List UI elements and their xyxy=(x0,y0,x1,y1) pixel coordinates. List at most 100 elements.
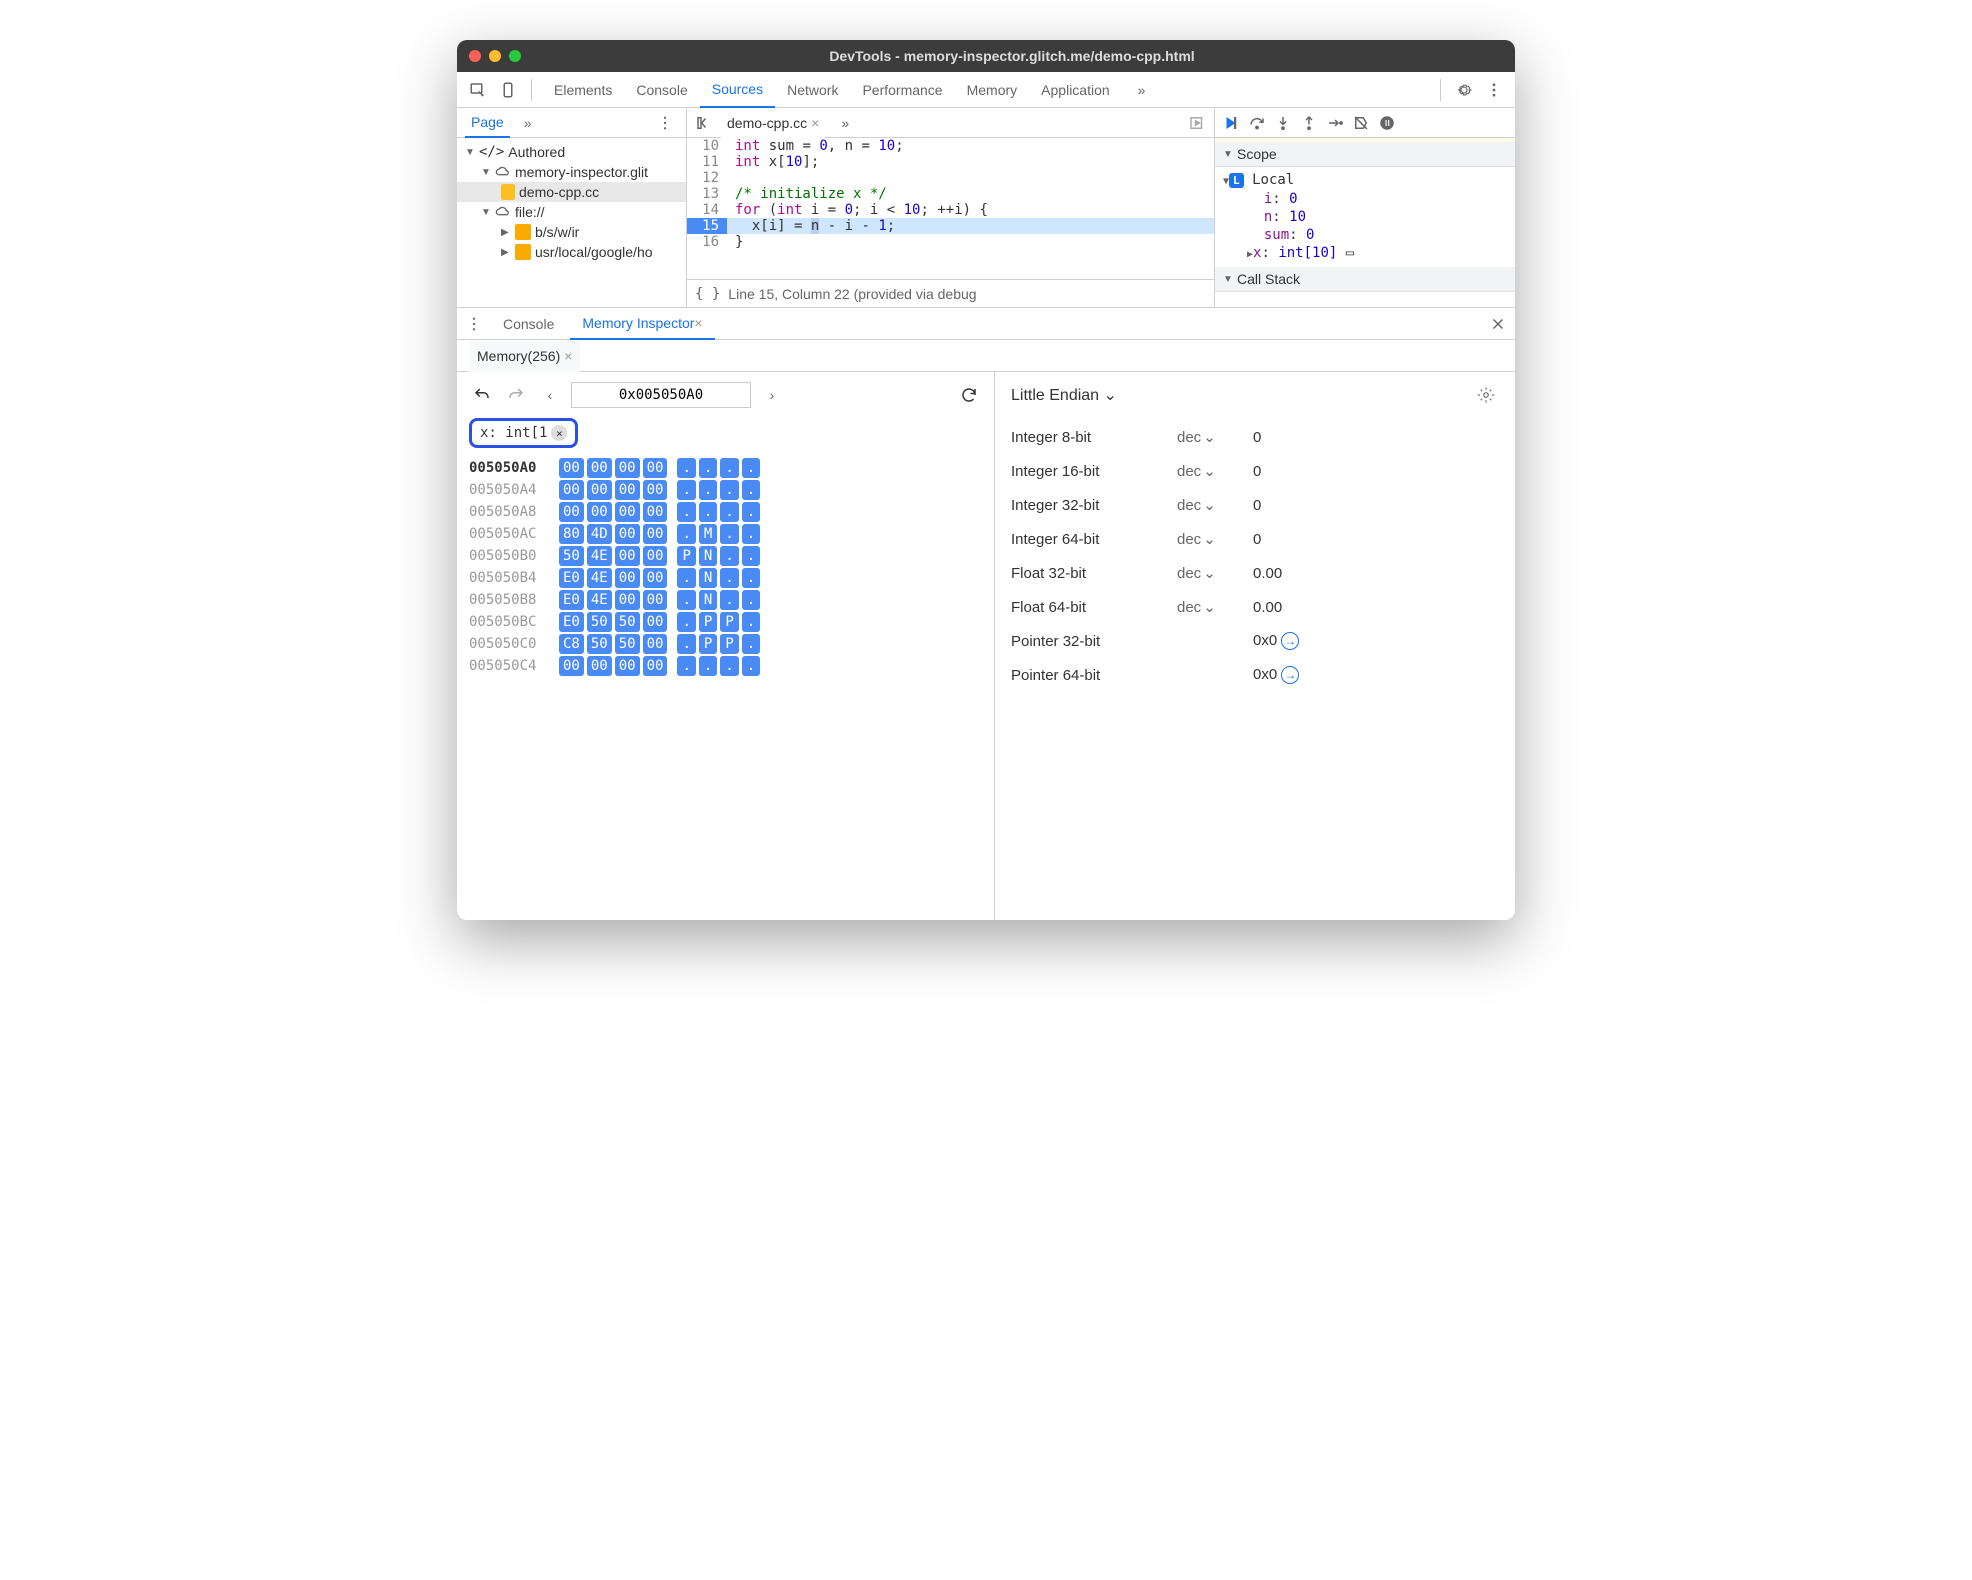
format-select[interactable]: dec ⌄ xyxy=(1177,530,1237,548)
kebab-icon[interactable] xyxy=(1481,77,1507,103)
hex-byte[interactable]: 00 xyxy=(643,524,668,544)
scope-var[interactable]: i: 0 xyxy=(1247,190,1507,208)
hex-byte[interactable]: 00 xyxy=(587,458,612,478)
tab-overflow[interactable]: » xyxy=(518,108,538,138)
hex-byte[interactable]: 00 xyxy=(615,458,640,478)
scope-local[interactable]: ▼L Local xyxy=(1223,171,1507,189)
ascii-byte[interactable]: . xyxy=(742,656,760,676)
hex-byte[interactable]: 00 xyxy=(587,502,612,522)
code-line[interactable]: 15 x[i] = n - i - 1; xyxy=(687,218,1214,234)
deactivate-breakpoints-icon[interactable] xyxy=(1349,110,1373,136)
memory-tab[interactable]: Memory(256) × xyxy=(469,340,580,372)
tab-application[interactable]: Application xyxy=(1029,72,1122,108)
run-snippet-icon[interactable] xyxy=(1184,110,1210,136)
address-input[interactable] xyxy=(571,382,751,408)
ascii-byte[interactable]: . xyxy=(677,656,695,676)
ascii-byte[interactable]: . xyxy=(742,502,760,522)
hex-byte[interactable]: 00 xyxy=(643,612,668,632)
code-body[interactable]: 10int sum = 0, n = 10;11int x[10];1213/*… xyxy=(687,138,1214,279)
tab-overflow[interactable]: » xyxy=(829,105,861,141)
tab-console[interactable]: Console xyxy=(491,308,566,340)
resume-icon[interactable] xyxy=(1219,110,1243,136)
ascii-byte[interactable]: . xyxy=(742,458,760,478)
ascii-byte[interactable]: . xyxy=(677,458,695,478)
next-page-icon[interactable]: › xyxy=(759,382,785,408)
format-select[interactable]: dec ⌄ xyxy=(1177,496,1237,514)
hex-byte[interactable]: 00 xyxy=(643,546,668,566)
hex-byte[interactable]: 00 xyxy=(559,656,584,676)
ascii-byte[interactable]: . xyxy=(720,546,738,566)
close-drawer-icon[interactable] xyxy=(1485,311,1511,337)
code-line[interactable]: 13/* initialize x */ xyxy=(687,186,1214,202)
ascii-byte[interactable]: . xyxy=(720,458,738,478)
hex-byte[interactable]: 50 xyxy=(559,546,584,566)
hex-byte[interactable]: C8 xyxy=(559,634,584,654)
ascii-byte[interactable]: . xyxy=(742,480,760,500)
tab-page[interactable]: Page xyxy=(465,108,510,138)
hex-byte[interactable]: 00 xyxy=(615,524,640,544)
hex-byte[interactable]: 4D xyxy=(587,524,612,544)
ascii-byte[interactable]: N xyxy=(699,568,717,588)
hex-byte[interactable]: 4E xyxy=(587,568,612,588)
nav-back-icon[interactable] xyxy=(691,110,717,136)
ascii-byte[interactable]: . xyxy=(699,458,717,478)
tree-origin[interactable]: ▼ memory-inspector.glit xyxy=(457,162,686,182)
gear-icon[interactable] xyxy=(1473,382,1499,408)
hex-byte[interactable]: 00 xyxy=(587,656,612,676)
format-select[interactable]: dec ⌄ xyxy=(1177,428,1237,446)
chip-close-icon[interactable]: × xyxy=(551,425,567,441)
step-out-icon[interactable] xyxy=(1297,110,1321,136)
ascii-byte[interactable]: . xyxy=(720,568,738,588)
jump-to-address-icon[interactable]: → xyxy=(1281,666,1299,684)
scope-header[interactable]: ▼Scope xyxy=(1215,142,1515,167)
ascii-byte[interactable]: . xyxy=(742,590,760,610)
ascii-byte[interactable]: . xyxy=(677,612,695,632)
hex-byte[interactable]: 00 xyxy=(643,480,668,500)
tab-performance[interactable]: Performance xyxy=(850,72,954,108)
scope-var[interactable]: n: 10 xyxy=(1247,208,1507,226)
hex-byte[interactable]: 00 xyxy=(559,458,584,478)
maximize-icon[interactable] xyxy=(509,50,521,62)
ascii-byte[interactable]: . xyxy=(742,524,760,544)
minimize-icon[interactable] xyxy=(489,50,501,62)
ascii-byte[interactable]: . xyxy=(677,634,695,654)
tab-sources[interactable]: Sources xyxy=(700,72,775,108)
hex-byte[interactable]: 4E xyxy=(587,546,612,566)
refresh-icon[interactable] xyxy=(956,382,982,408)
hex-byte[interactable]: E0 xyxy=(559,590,584,610)
close-icon[interactable]: × xyxy=(694,315,702,331)
ascii-byte[interactable]: . xyxy=(699,480,717,500)
ascii-byte[interactable]: . xyxy=(742,634,760,654)
kebab-icon[interactable] xyxy=(652,110,678,136)
memory-icon[interactable]: ▭ xyxy=(1346,245,1354,261)
prev-page-icon[interactable]: ‹ xyxy=(537,382,563,408)
tree-file-demo-cpp[interactable]: demo-cpp.cc xyxy=(457,182,686,202)
hex-byte[interactable]: 00 xyxy=(615,546,640,566)
hex-byte[interactable]: E0 xyxy=(559,612,584,632)
hex-byte[interactable]: 00 xyxy=(615,656,640,676)
redo-icon[interactable] xyxy=(503,382,529,408)
hex-byte[interactable]: 00 xyxy=(559,502,584,522)
ascii-byte[interactable]: P xyxy=(720,634,738,654)
code-line[interactable]: 14for (int i = 0; i < 10; ++i) { xyxy=(687,202,1214,218)
endian-select[interactable]: Little Endian ⌄ xyxy=(1011,385,1117,405)
tab-memory-inspector[interactable]: Memory Inspector × xyxy=(570,308,714,340)
hex-byte[interactable]: 00 xyxy=(615,502,640,522)
hex-byte[interactable]: 4E xyxy=(587,590,612,610)
ascii-byte[interactable]: . xyxy=(720,524,738,544)
code-line[interactable]: 11int x[10]; xyxy=(687,154,1214,170)
hex-byte[interactable]: 50 xyxy=(587,634,612,654)
object-chip[interactable]: x: int[1 × xyxy=(469,418,578,448)
ascii-byte[interactable]: P xyxy=(699,634,717,654)
scope-var[interactable]: ▶x: int[10] ▭ xyxy=(1247,244,1507,262)
ascii-byte[interactable]: . xyxy=(742,568,760,588)
hex-byte[interactable]: 00 xyxy=(587,480,612,500)
hex-byte[interactable]: 00 xyxy=(615,590,640,610)
ascii-byte[interactable]: . xyxy=(742,612,760,632)
format-select[interactable]: dec ⌄ xyxy=(1177,564,1237,582)
hex-byte[interactable]: 00 xyxy=(643,590,668,610)
hex-byte[interactable]: 50 xyxy=(587,612,612,632)
ascii-byte[interactable]: . xyxy=(677,590,695,610)
close-icon[interactable] xyxy=(469,50,481,62)
hex-byte[interactable]: E0 xyxy=(559,568,584,588)
